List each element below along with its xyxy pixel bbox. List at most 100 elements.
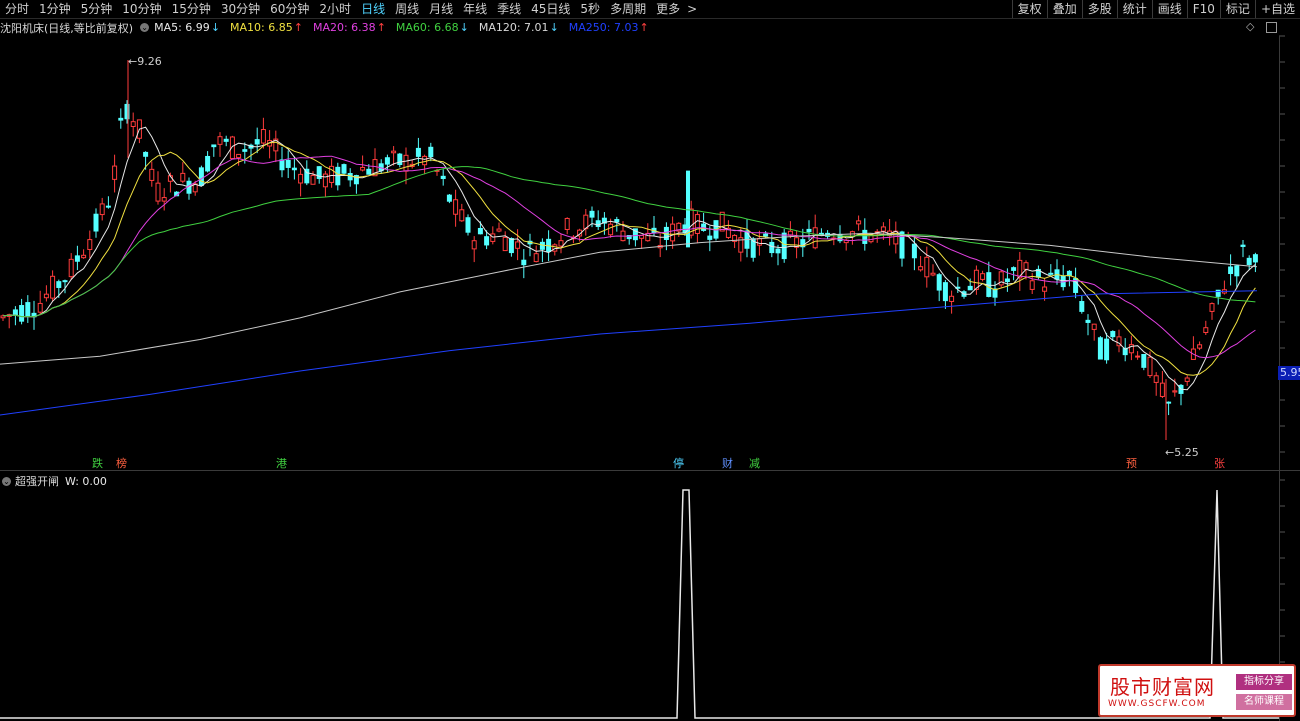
- candle-body: [595, 220, 601, 228]
- candle-body: [360, 166, 366, 171]
- candle-body: [223, 138, 229, 142]
- event-marker-3[interactable]: 停: [671, 457, 686, 470]
- candle-body: [391, 150, 397, 154]
- candle-body: [1203, 327, 1209, 333]
- event-marker-4[interactable]: 财: [720, 457, 735, 470]
- candle-body: [130, 121, 136, 127]
- low-price-annotation: ←5.25: [1165, 446, 1199, 459]
- candle-body: [217, 136, 223, 145]
- candle-body: [43, 293, 49, 299]
- event-marker-6[interactable]: 预: [1124, 457, 1139, 470]
- candle-body: [608, 223, 614, 236]
- candle-body: [1079, 301, 1085, 312]
- pane-divider[interactable]: [0, 470, 1300, 471]
- indicator-settings-icon[interactable]: ⌄: [2, 476, 11, 486]
- event-marker-0[interactable]: 跌: [90, 457, 105, 470]
- candle-body: [502, 236, 508, 252]
- candle-body: [1023, 262, 1029, 270]
- candle-body: [81, 254, 87, 259]
- candle-body: [161, 197, 167, 202]
- candle-body: [403, 154, 409, 172]
- candle-body: [763, 233, 769, 237]
- candle-body: [1147, 356, 1153, 377]
- ma250-line: [0, 290, 1258, 416]
- candle-body: [1104, 338, 1110, 361]
- candle-body: [74, 255, 80, 262]
- candle-body: [539, 241, 545, 250]
- candle-body: [1166, 401, 1172, 404]
- candle-body: [25, 302, 31, 317]
- candle-body: [911, 243, 917, 259]
- candle-body: [1004, 278, 1010, 283]
- candle-body: [397, 153, 403, 166]
- candle-body: [558, 240, 564, 247]
- candle-body: [862, 229, 868, 244]
- watermark-logo: 股市财富网 WWW.GSCFW.COM 指标分享 名师课程: [1098, 664, 1296, 717]
- candle-body: [533, 253, 539, 263]
- candle-body: [942, 282, 948, 302]
- candle-body: [1228, 266, 1234, 275]
- candle-body: [694, 214, 700, 234]
- candle-body: [701, 223, 707, 231]
- candle-body: [490, 233, 496, 242]
- high-arrow-icon: ←: [128, 55, 138, 68]
- candle-body: [155, 182, 161, 202]
- candle-body: [87, 239, 93, 250]
- indicator-line: [0, 489, 1279, 719]
- candle-body: [12, 309, 18, 316]
- watermark-tag-share: 指标分享: [1236, 674, 1292, 690]
- candle-body: [415, 147, 421, 157]
- candle-body: [298, 173, 304, 184]
- candle-body: [341, 164, 347, 174]
- candle-body: [446, 194, 452, 202]
- candle-body: [880, 226, 886, 232]
- candle-body: [564, 217, 570, 230]
- candle-body: [149, 168, 155, 181]
- candle-body: [285, 159, 291, 168]
- watermark-url: WWW.GSCFW.COM: [1108, 699, 1206, 709]
- ma5-line: [2, 126, 1256, 391]
- candle-body: [384, 157, 390, 165]
- candle-body: [477, 227, 483, 235]
- candle-body: [930, 272, 936, 276]
- candle-body: [521, 259, 527, 266]
- candle-body: [37, 302, 43, 313]
- current-price-label: 5.95: [1278, 366, 1300, 380]
- candle-body: [949, 295, 955, 302]
- candle-body: [1172, 390, 1178, 393]
- candle-body: [1246, 257, 1252, 266]
- candle-body: [62, 280, 68, 283]
- candle-body: [589, 210, 595, 218]
- candle-body: [198, 167, 204, 186]
- candle-body: [205, 155, 211, 172]
- candle-body: [1141, 353, 1147, 368]
- event-marker-5[interactable]: 减: [747, 457, 762, 470]
- candle-body: [1085, 319, 1091, 323]
- candle-body: [924, 256, 930, 278]
- candle-body: [614, 219, 620, 223]
- candle-body: [465, 217, 471, 233]
- candle-body: [1011, 267, 1017, 271]
- candle-body: [99, 203, 105, 216]
- candle-body: [1135, 355, 1141, 358]
- indicator-legend: ⌄ 超强开闸 W: 0.00: [0, 473, 107, 489]
- candle-body: [112, 165, 118, 180]
- ma10-line: [2, 141, 1256, 376]
- candle-body: [1209, 303, 1215, 312]
- candle-body: [980, 273, 986, 280]
- candle-body: [254, 139, 260, 145]
- candle-body: [310, 174, 316, 185]
- candle-body: [366, 168, 372, 175]
- candle-body: [918, 266, 924, 271]
- candle-body: [260, 129, 266, 144]
- high-price-label: 9.26: [137, 55, 162, 68]
- event-marker-7[interactable]: 张: [1212, 457, 1227, 470]
- candle-body: [1110, 331, 1116, 338]
- candle-body: [484, 236, 490, 246]
- candle-body: [143, 151, 149, 157]
- candle-body: [428, 146, 434, 158]
- event-marker-1[interactable]: 榜: [114, 457, 129, 470]
- event-marker-2[interactable]: 港: [274, 457, 289, 470]
- candle-body: [1091, 323, 1097, 330]
- kline-chart[interactable]: [0, 0, 1300, 721]
